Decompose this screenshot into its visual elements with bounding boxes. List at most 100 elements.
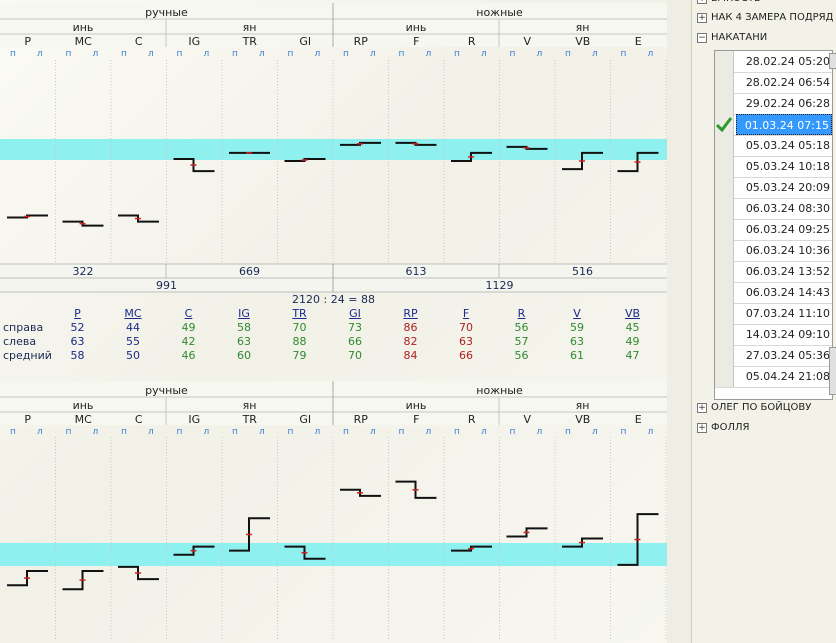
table-cell: 57 [514, 335, 529, 348]
row-checkbox[interactable] [715, 324, 734, 345]
table-header-r[interactable]: R [499, 307, 544, 320]
row-checkbox[interactable] [715, 114, 734, 135]
table-header-tr[interactable]: TR [277, 307, 322, 320]
top-side-left-label: л [92, 49, 99, 59]
table-cell: 44 [126, 321, 140, 334]
expand-icon[interactable]: + [697, 0, 707, 4]
table-cell: 63 [570, 335, 584, 348]
date-list-item[interactable]: 05.03.24 05:18 [715, 135, 832, 157]
date-list-item[interactable]: 28.02.24 06:54 [715, 72, 832, 94]
row-checkbox[interactable] [715, 177, 734, 198]
bottom-side-left-label: л [148, 427, 154, 437]
top-subgroup-label: ян [242, 21, 257, 34]
top-side-right-label: п [454, 49, 460, 59]
top-side-left-label: л [592, 49, 598, 59]
table-header-vb[interactable]: VB [610, 307, 655, 320]
top-side-right-label: п [121, 49, 127, 59]
row-checkbox[interactable] [715, 282, 734, 303]
row-checkbox[interactable] [715, 303, 734, 324]
date-list-item[interactable]: 05.03.24 20:09 [715, 177, 832, 199]
row-checkbox[interactable] [715, 240, 734, 261]
right-sidebar: + ЕМКОСТЬ + НАК 4 ЗАМЕРА ПОДРЯД − НАКАТА… [667, 0, 836, 643]
table-row-label: справа [3, 321, 44, 334]
table-cell: 88 [292, 335, 307, 348]
date-list-item[interactable]: 28.02.24 05:20 [715, 51, 832, 73]
table-cell: 59 [570, 321, 584, 334]
top-channel-label: F [413, 35, 420, 48]
scrollbar-thumb[interactable] [829, 347, 836, 395]
date-label: 07.03.24 11:10 [745, 307, 830, 320]
date-list-item[interactable]: 06.03.24 10:36 [715, 240, 832, 262]
table-cell: 70 [459, 321, 473, 334]
bottom-side-right-label: п [565, 427, 571, 437]
date-list-item[interactable]: 01.03.24 07:15 [715, 114, 832, 136]
date-label: 06.03.24 10:36 [745, 244, 830, 257]
table-header-p[interactable]: P [55, 307, 100, 320]
date-label: 05.03.24 05:18 [745, 139, 830, 152]
row-checkbox[interactable] [715, 51, 734, 72]
row-checkbox[interactable] [715, 261, 734, 282]
top-channel-label: P [24, 35, 32, 48]
expand-icon[interactable]: + [697, 403, 707, 413]
tree-node-nakatani[interactable]: − НАКАТАНИ [694, 29, 836, 47]
date-list-item[interactable]: 06.03.24 13:52 [715, 261, 832, 283]
table-cell: 49 [181, 321, 196, 334]
table-header-mc[interactable]: MC [111, 307, 156, 320]
row-checkbox[interactable] [715, 156, 734, 177]
top-channel-label: R [467, 35, 476, 48]
row-checkbox[interactable] [715, 366, 734, 387]
date-list-item[interactable]: 06.03.24 08:30 [715, 198, 832, 220]
date-list-item[interactable]: 07.03.24 11:10 [715, 303, 832, 325]
top-side-right-label: п [343, 49, 349, 59]
bottom-side-left-label: л [536, 427, 543, 437]
row-checkbox[interactable] [715, 72, 734, 93]
measurement-panel: ручные ножные инь ян инь ян Pп л MC п л Cп л IG п л TR п л… [0, 0, 667, 643]
date-label: 01.03.24 07:15 [736, 114, 832, 135]
expand-icon[interactable]: + [697, 13, 707, 23]
table-cell: 66 [459, 349, 473, 362]
top-side-right-label: п [398, 49, 405, 59]
table-header-c[interactable]: C [166, 307, 211, 320]
date-list-item[interactable]: 06.03.24 09:25 [715, 219, 832, 241]
table-cell: 70 [292, 321, 307, 334]
top-channel-label: V [523, 35, 532, 48]
date-list-item[interactable]: 29.02.24 06:28 [715, 93, 832, 115]
bottom-side-right-label: п [176, 427, 183, 437]
table-header-rp[interactable]: RP [388, 307, 433, 320]
top-channel-label: VB [575, 35, 591, 48]
bottom-subgroup-label: инь [72, 399, 94, 412]
date-list-item[interactable]: 05.03.24 10:18 [715, 156, 832, 178]
bottom-side-right-label: п [620, 427, 627, 437]
bottom-side-right-label: п [121, 427, 127, 437]
top-side-left-label: л [37, 49, 43, 59]
tree-node-oleg[interactable]: + ОЛЕГ ПО БОЙЦОВУ [694, 399, 836, 417]
tree-node-nak4[interactable]: + НАК 4 ЗАМЕРА ПОДРЯД [694, 9, 836, 27]
date-list-item[interactable]: 14.03.24 09:10 [715, 324, 832, 346]
date-list-item[interactable]: 05.04.24 21:08 [715, 366, 832, 388]
bottom-channel-label: E [634, 413, 642, 426]
table-header-ig[interactable]: IG [222, 307, 267, 320]
pair-total: 613 [405, 265, 427, 278]
bottom-side-right-label: п [10, 427, 16, 437]
table-header-f[interactable]: F [444, 307, 489, 320]
collapse-icon[interactable]: − [697, 33, 707, 43]
row-checkbox[interactable] [715, 135, 734, 156]
row-checkbox[interactable] [715, 345, 734, 366]
row-checkbox[interactable] [715, 219, 734, 240]
row-checkbox[interactable] [715, 93, 734, 114]
table-header-v[interactable]: V [555, 307, 600, 320]
date-list-item[interactable]: 06.03.24 14:43 [715, 282, 832, 304]
row-checkbox[interactable] [715, 198, 734, 219]
checkmark-icon [715, 117, 733, 133]
date-label: 06.03.24 14:43 [745, 286, 830, 299]
table-header-gi[interactable]: GI [333, 307, 378, 320]
tree-node-follya[interactable]: + ФОЛЛЯ [694, 419, 836, 437]
top-side-left-label: л [536, 49, 543, 59]
date-list-item[interactable]: 27.03.24 05:36 [715, 345, 832, 367]
bottom-channel-label: RP [353, 413, 368, 426]
date-label: 05.03.24 10:18 [745, 160, 830, 173]
top-subgroup-label: инь [72, 21, 94, 34]
scroll-up-button[interactable] [829, 53, 836, 69]
tree-node-partial[interactable]: + ЕМКОСТЬ [694, 0, 836, 8]
expand-icon[interactable]: + [697, 423, 707, 433]
